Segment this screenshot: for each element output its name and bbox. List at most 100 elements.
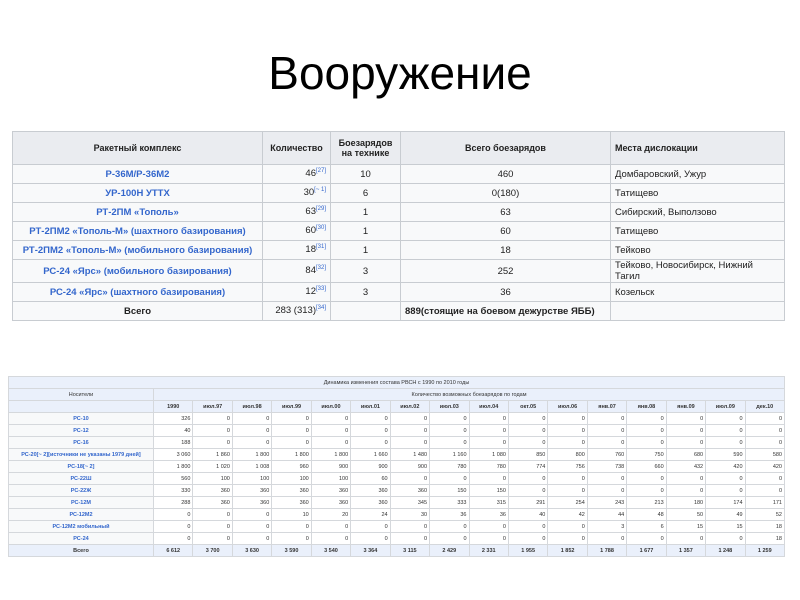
value-cell: 360: [310, 496, 352, 509]
value-cell: 0: [665, 532, 707, 545]
quantity-cell: 12[33]: [262, 282, 331, 302]
complex-link[interactable]: РС-24 «Ярс» (шахтного базирования): [12, 282, 263, 302]
warheads-total-cell: 0(180): [400, 183, 611, 203]
total-cell: 1 852: [547, 544, 588, 557]
value-cell: 0: [389, 424, 431, 437]
value-cell: 0: [271, 436, 312, 449]
carrier-link[interactable]: РС-12: [8, 424, 154, 437]
value-cell: 850: [507, 448, 549, 461]
value-cell: 0: [389, 436, 431, 449]
value-cell: 0: [192, 412, 233, 425]
value-cell: 360: [271, 496, 312, 509]
value-cell: 750: [626, 448, 667, 461]
value-cell: 0: [310, 520, 352, 533]
value-cell: 0: [705, 436, 746, 449]
value-cell: 0: [310, 532, 352, 545]
value-cell: 6: [626, 520, 667, 533]
value-cell: 0: [468, 412, 509, 425]
value-cell: 174: [705, 496, 746, 509]
header-warheads-by-year: Количество возможных боезарядов по годам: [153, 388, 785, 401]
carrier-link[interactable]: РС-20[~ 2][источники не указаны 1979 дне…: [8, 448, 154, 461]
value-cell: 360: [350, 484, 391, 497]
value-cell: 774: [507, 460, 549, 473]
quantity-value: 63: [305, 206, 316, 218]
value-cell: 0: [192, 436, 233, 449]
complex-link[interactable]: Р-36М/Р-36М2: [12, 164, 263, 184]
table-row: РТ-2ПМ2 «Тополь-М» (мобильного базирован…: [12, 240, 785, 260]
value-cell: 288: [152, 496, 194, 509]
value-cell: 0: [665, 472, 707, 485]
value-cell: 48: [626, 508, 667, 521]
complex-link[interactable]: РС-24 «Ярс» (мобильного базирования): [12, 259, 263, 283]
value-cell: 590: [705, 448, 746, 461]
reference-link[interactable]: [29]: [316, 206, 326, 212]
value-cell: 360: [231, 484, 273, 497]
reference-link[interactable]: [30]: [316, 225, 326, 231]
quantity-cell: 63[29]: [262, 202, 331, 222]
value-cell: 0: [231, 520, 273, 533]
carrier-link[interactable]: РС-22Ж: [8, 484, 154, 497]
carrier-link[interactable]: РС-16: [8, 436, 154, 449]
value-cell: 0: [547, 520, 588, 533]
reference-link[interactable]: [34]: [316, 305, 326, 311]
total-label: Всего: [8, 544, 154, 557]
value-cell: 0: [389, 532, 431, 545]
value-cell: 1 020: [192, 460, 233, 473]
carrier-link[interactable]: РС-18[~ 2]: [8, 460, 154, 473]
empty-cell: [330, 301, 401, 321]
carrier-link[interactable]: РС-24: [8, 532, 154, 545]
value-cell: 0: [507, 532, 549, 545]
value-cell: 760: [586, 448, 628, 461]
value-cell: 0: [547, 436, 588, 449]
total-cell: 3 364: [350, 544, 391, 557]
value-cell: 345: [389, 496, 431, 509]
value-cell: 0: [310, 436, 352, 449]
table-row: РС-20[~ 2][источники не указаны 1979 дне…: [8, 448, 786, 461]
value-cell: 0: [429, 472, 470, 485]
complex-link[interactable]: РТ-2ПМ2 «Тополь-М» (шахтного базирования…: [12, 221, 263, 241]
total-cell: 1 259: [744, 544, 786, 557]
complex-link[interactable]: РТ-2ПМ2 «Тополь-М» (мобильного базирован…: [12, 240, 263, 260]
value-cell: 213: [626, 496, 667, 509]
value-cell: 0: [192, 520, 233, 533]
value-cell: 243: [586, 496, 628, 509]
value-cell: 0: [350, 532, 391, 545]
value-cell: 780: [468, 460, 509, 473]
complex-link[interactable]: РТ-2ПМ «Тополь»: [12, 202, 263, 222]
value-cell: 0: [586, 532, 628, 545]
total-cell: 1 677: [626, 544, 667, 557]
reference-link[interactable]: [33]: [316, 286, 326, 292]
value-cell: 432: [665, 460, 707, 473]
location-cell: Тейково, Новосибирск, Нижний Тагил: [610, 259, 785, 283]
carrier-link[interactable]: РС-12М2: [8, 508, 154, 521]
reference-link[interactable]: [31]: [316, 244, 326, 250]
value-cell: 360: [389, 484, 431, 497]
value-cell: 60: [350, 472, 391, 485]
value-cell: 580: [744, 448, 786, 461]
value-cell: 0: [705, 484, 746, 497]
year-header: июл.00: [310, 400, 352, 413]
value-cell: 0: [429, 520, 470, 533]
value-cell: 360: [231, 496, 273, 509]
value-cell: 1 660: [350, 448, 391, 461]
reference-link[interactable]: [27]: [316, 168, 326, 174]
complex-link[interactable]: УР-100Н УТТХ: [12, 183, 263, 203]
quantity-cell: 84[32]: [262, 259, 331, 283]
carrier-link[interactable]: РС-10: [8, 412, 154, 425]
carrier-link[interactable]: РС-12М: [8, 496, 154, 509]
total-cell: 1 955: [507, 544, 549, 557]
value-cell: 180: [665, 496, 707, 509]
carrier-link[interactable]: РС-12М2 мобильный: [8, 520, 154, 533]
total-cell: 3 590: [271, 544, 312, 557]
value-cell: 0: [586, 412, 628, 425]
value-cell: 0: [744, 484, 786, 497]
carrier-link[interactable]: РС-22Ш: [8, 472, 154, 485]
reference-link[interactable]: [32]: [316, 265, 326, 271]
value-cell: 315: [468, 496, 509, 509]
value-cell: 1 800: [231, 448, 273, 461]
quantity-value: 46: [305, 168, 316, 180]
quantity-value: 18: [305, 244, 316, 256]
reference-link[interactable]: [~ 1]: [314, 187, 326, 193]
value-cell: 420: [705, 460, 746, 473]
value-cell: 0: [705, 424, 746, 437]
